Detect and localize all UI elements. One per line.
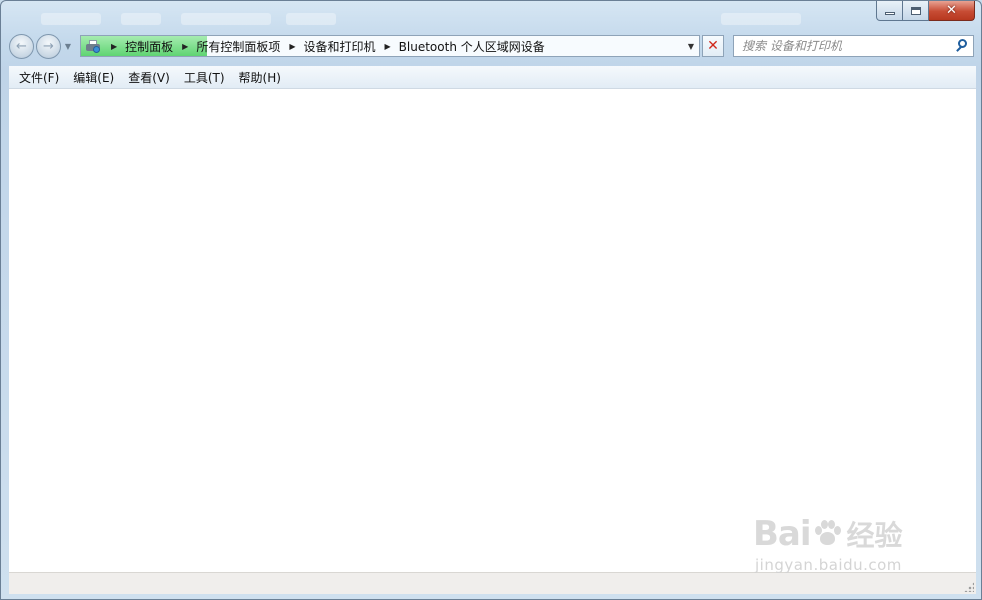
- baidu-jingyan-watermark: Bai 经验 jingyan.baidu.com: [753, 496, 933, 576]
- close-button[interactable]: ✕: [929, 1, 975, 21]
- close-icon: ✕: [946, 3, 957, 18]
- address-bar[interactable]: ▶ 控制面板 ▶ 所有控制面板项 ▶ 设备和打印机 ▶ Bluetooth 个人…: [80, 35, 700, 57]
- stop-loading-button[interactable]: ✕: [702, 35, 724, 57]
- background-blur: [721, 13, 801, 25]
- search-icon[interactable]: [953, 36, 973, 56]
- minimize-icon: [884, 12, 895, 15]
- menu-tools[interactable]: 工具(T): [177, 69, 232, 86]
- breadcrumb-control-panel[interactable]: 控制面板: [125, 38, 173, 55]
- back-button[interactable]: ←: [9, 34, 34, 59]
- breadcrumb-all-control-panel-items[interactable]: 所有控制面板项: [196, 38, 280, 55]
- background-blur: [121, 13, 161, 25]
- close-icon: ✕: [707, 38, 719, 54]
- menu-help[interactable]: 帮助(H): [232, 69, 288, 86]
- minimize-button[interactable]: [876, 1, 903, 21]
- watermark-logo: Bai 经验: [753, 514, 903, 554]
- breadcrumb-arrow-icon[interactable]: ▶: [111, 42, 117, 51]
- window-controls: ✕: [876, 1, 975, 21]
- search-input[interactable]: [734, 39, 953, 53]
- devices-printers-icon: [84, 39, 102, 53]
- background-blur: [181, 13, 271, 25]
- breadcrumb-arrow-icon[interactable]: ▶: [289, 42, 295, 51]
- forward-arrow-icon: →: [43, 39, 54, 54]
- maximize-icon: [910, 6, 921, 15]
- menu-edit[interactable]: 编辑(E): [66, 69, 121, 86]
- explorer-window: ✕ ← → ▼ ▶ 控制面板 ▶ 所有控制面板项 ▶ 设备和打印机 ▶ Blue…: [0, 0, 982, 600]
- watermark-url: jingyan.baidu.com: [755, 556, 902, 574]
- forward-button[interactable]: →: [36, 34, 61, 59]
- maximize-button[interactable]: [903, 1, 929, 21]
- background-blur: [41, 13, 101, 25]
- background-blur: [286, 13, 336, 25]
- resize-grip-icon[interactable]: [964, 582, 974, 592]
- breadcrumb-arrow-icon[interactable]: ▶: [385, 42, 391, 51]
- navigation-buttons: ← → ▼: [9, 33, 73, 60]
- menu-file[interactable]: 文件(F): [12, 69, 66, 86]
- menu-view[interactable]: 查看(V): [121, 69, 177, 86]
- paw-icon: [812, 519, 842, 549]
- breadcrumb-arrow-icon[interactable]: ▶: [182, 42, 188, 51]
- breadcrumb-bluetooth-pan[interactable]: Bluetooth 个人区域网设备: [399, 38, 545, 55]
- back-arrow-icon: ←: [16, 39, 27, 54]
- chevron-down-icon: ▼: [64, 42, 72, 51]
- menu-bar: 文件(F) 编辑(E) 查看(V) 工具(T) 帮助(H): [9, 66, 976, 89]
- address-history-button[interactable]: ▼: [683, 42, 699, 51]
- search-box: [733, 35, 974, 57]
- breadcrumb-devices-and-printers[interactable]: 设备和打印机: [304, 38, 376, 55]
- recent-pages-button[interactable]: ▼: [63, 42, 73, 51]
